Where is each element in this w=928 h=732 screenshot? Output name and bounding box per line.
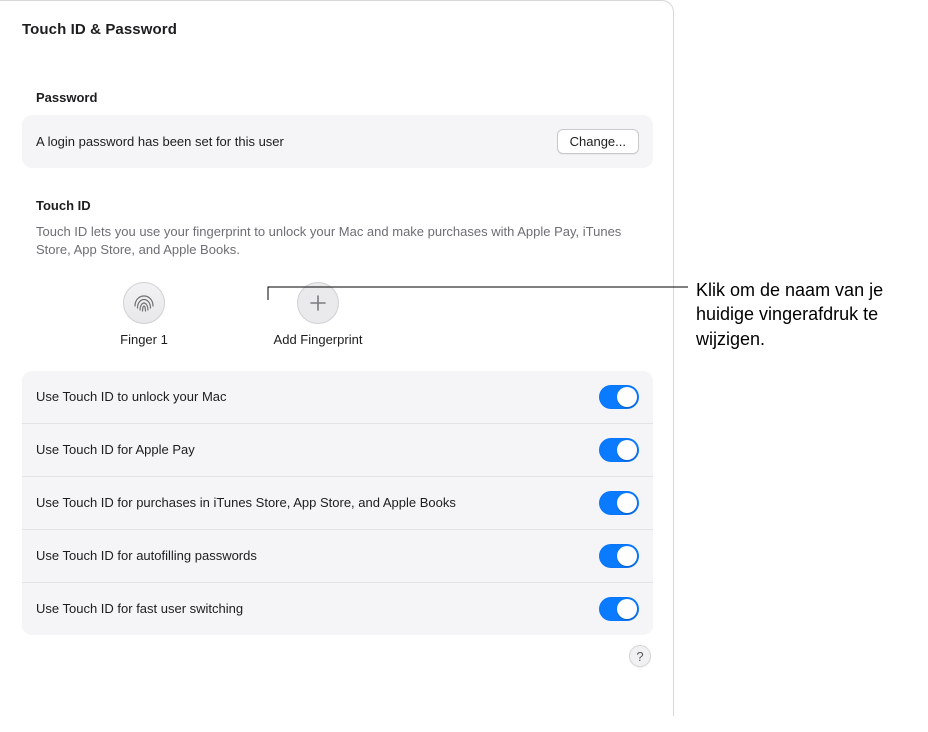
toggle-unlock-mac[interactable] [599, 385, 639, 409]
touchid-options-card: Use Touch ID to unlock your Mac Use Touc… [22, 371, 653, 635]
change-password-button[interactable]: Change... [557, 129, 639, 154]
password-status-text: A login password has been set for this u… [36, 134, 284, 149]
option-label: Use Touch ID for purchases in iTunes Sto… [36, 494, 456, 512]
settings-panel: Touch ID & Password Password A login pas… [0, 0, 674, 716]
option-autofill-passwords: Use Touch ID for autofilling passwords [22, 530, 653, 583]
callout-text: Klik om de naam van je huidige vingerafd… [696, 278, 918, 351]
option-label: Use Touch ID for Apple Pay [36, 441, 195, 459]
add-fingerprint-button[interactable]: Add Fingerprint [268, 282, 368, 347]
fingerprint-label: Finger 1 [120, 332, 168, 347]
toggle-apple-pay[interactable] [599, 438, 639, 462]
touchid-description: Touch ID lets you use your fingerprint t… [22, 223, 653, 258]
password-row: A login password has been set for this u… [22, 115, 653, 168]
plus-icon [297, 282, 339, 324]
option-unlock-mac: Use Touch ID to unlock your Mac [22, 371, 653, 424]
option-label: Use Touch ID for autofilling passwords [36, 547, 257, 565]
toggle-fast-user-switching[interactable] [599, 597, 639, 621]
touchid-section-heading: Touch ID [22, 198, 653, 213]
option-purchases: Use Touch ID for purchases in iTunes Sto… [22, 477, 653, 530]
toggle-purchases[interactable] [599, 491, 639, 515]
fingerprint-row: Finger 1 Add Fingerprint [22, 258, 653, 361]
fingerprint-item-1[interactable]: Finger 1 [94, 282, 194, 347]
option-label: Use Touch ID for fast user switching [36, 600, 243, 618]
option-label: Use Touch ID to unlock your Mac [36, 388, 227, 406]
page-title: Touch ID & Password [22, 21, 653, 38]
password-section-heading: Password [22, 90, 653, 105]
touchid-section: Touch ID Touch ID lets you use your fing… [22, 198, 653, 361]
help-button[interactable]: ? [629, 645, 651, 667]
fingerprint-icon [123, 282, 165, 324]
toggle-autofill-passwords[interactable] [599, 544, 639, 568]
option-apple-pay: Use Touch ID for Apple Pay [22, 424, 653, 477]
option-fast-user-switching: Use Touch ID for fast user switching [22, 583, 653, 635]
add-fingerprint-label: Add Fingerprint [274, 332, 363, 347]
